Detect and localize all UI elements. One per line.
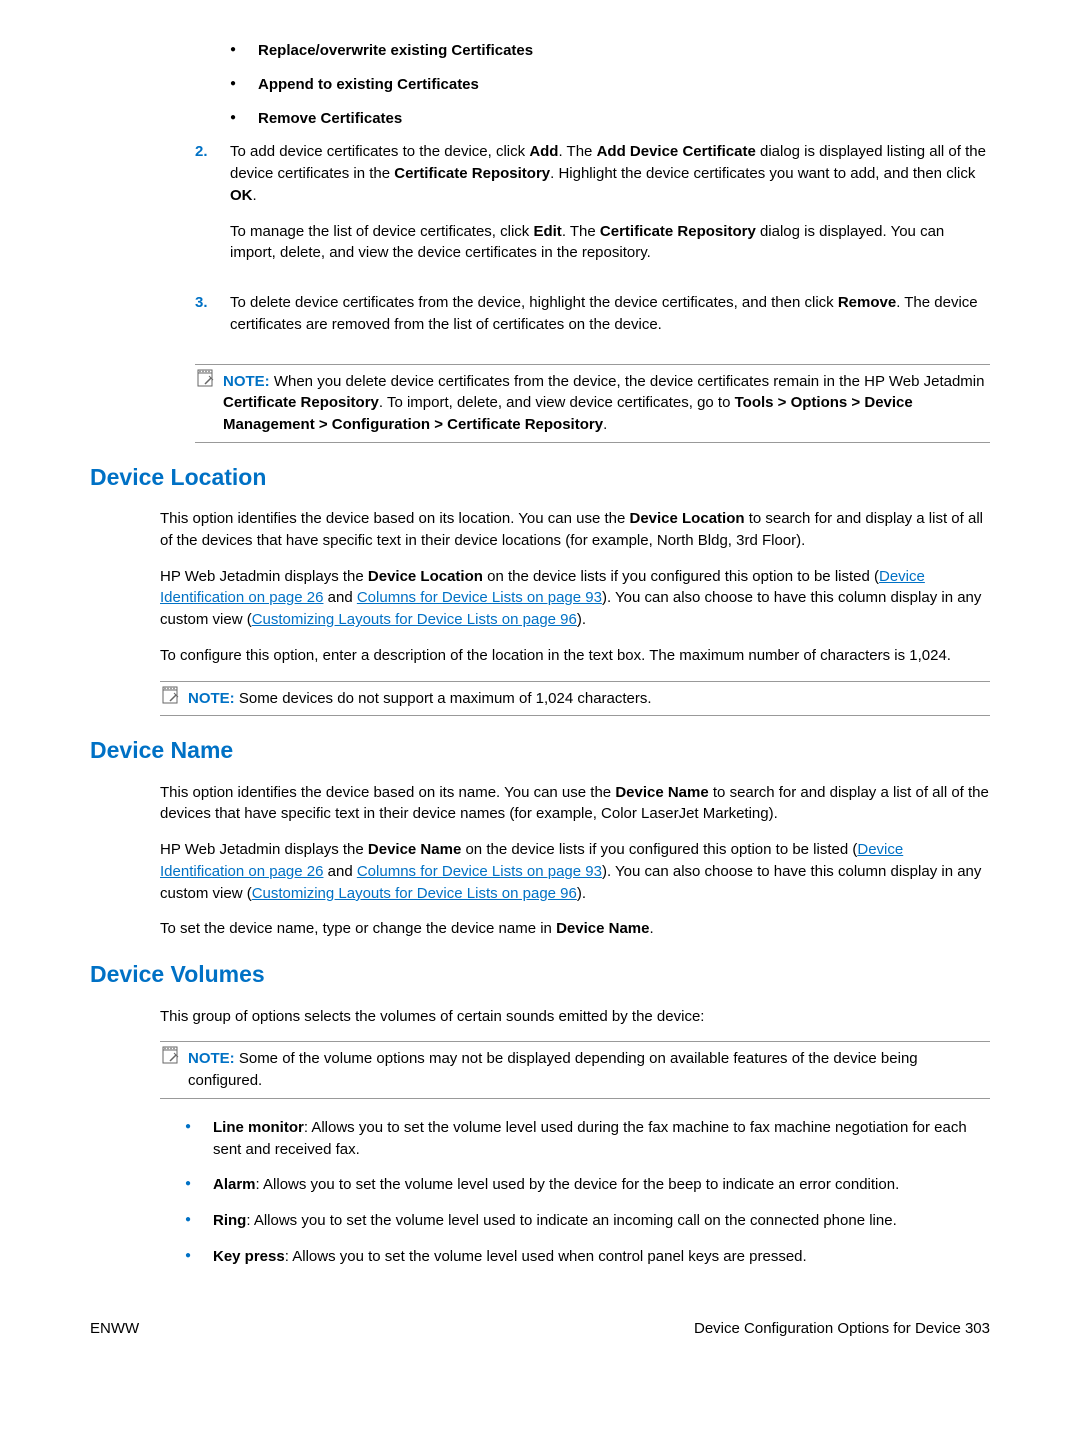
note-text: Some devices do not support a maximum of… <box>239 690 652 707</box>
sublist-item: Replace/overwrite existing Certificates <box>230 40 990 62</box>
note-max-characters: NOTE: Some devices do not support a maxi… <box>160 681 990 717</box>
heading-device-location: Device Location <box>90 461 990 494</box>
volume-item-line-monitor: Line monitor: Allows you to set the volu… <box>185 1117 990 1161</box>
note-label: NOTE: <box>223 373 270 390</box>
heading-device-name: Device Name <box>90 734 990 767</box>
page-footer: ENWW Device Configuration Options for De… <box>90 1318 990 1340</box>
note-text: Some of the volume options may not be di… <box>188 1050 918 1089</box>
volume-options-list: Line monitor: Allows you to set the volu… <box>185 1117 990 1268</box>
step-3: 3. To delete device certificates from th… <box>195 292 990 350</box>
step-3-paragraph: To delete device certificates from the d… <box>230 292 990 336</box>
sublist-item: Append to existing Certificates <box>230 74 990 96</box>
location-paragraph-1: This option identifies the device based … <box>160 508 990 552</box>
note-icon <box>160 1046 180 1071</box>
note-label: NOTE: <box>188 1050 235 1067</box>
volume-item-key-press: Key press: Allows you to set the volume … <box>185 1246 990 1268</box>
note-delete-certificates: NOTE: When you delete device certificate… <box>195 364 990 443</box>
step-number: 3. <box>195 292 230 350</box>
step-2-paragraph-1: To add device certificates to the device… <box>230 141 990 206</box>
link-columns-device-lists[interactable]: Columns for Device Lists on page 93 <box>357 589 602 606</box>
note-text: When you delete device certificates from… <box>223 373 984 434</box>
note-icon <box>195 369 215 394</box>
name-paragraph-1: This option identifies the device based … <box>160 782 990 826</box>
note-label: NOTE: <box>188 690 235 707</box>
sublist-item: Remove Certificates <box>230 108 990 130</box>
link-columns-device-lists[interactable]: Columns for Device Lists on page 93 <box>357 863 602 880</box>
name-paragraph-2: HP Web Jetadmin displays the Device Name… <box>160 839 990 904</box>
footer-left: ENWW <box>90 1318 139 1340</box>
footer-right: Device Configuration Options for Device … <box>694 1318 990 1340</box>
step-2: 2. To add device certificates to the dev… <box>195 141 990 278</box>
volumes-paragraph: This group of options selects the volume… <box>160 1006 990 1028</box>
step-number: 2. <box>195 141 230 278</box>
link-customizing-layouts[interactable]: Customizing Layouts for Device Lists on … <box>252 611 577 628</box>
name-paragraph-3: To set the device name, type or change t… <box>160 918 990 940</box>
location-paragraph-2: HP Web Jetadmin displays the Device Loca… <box>160 566 990 631</box>
heading-device-volumes: Device Volumes <box>90 958 990 991</box>
location-paragraph-3: To configure this option, enter a descri… <box>160 645 990 667</box>
volume-item-ring: Ring: Allows you to set the volume level… <box>185 1210 990 1232</box>
link-customizing-layouts[interactable]: Customizing Layouts for Device Lists on … <box>252 885 577 902</box>
note-icon <box>160 686 180 711</box>
certificate-options-sublist: Replace/overwrite existing Certificates … <box>230 40 990 129</box>
note-volume-options: NOTE: Some of the volume options may not… <box>160 1041 990 1099</box>
volume-item-alarm: Alarm: Allows you to set the volume leve… <box>185 1174 990 1196</box>
numbered-steps: 2. To add device certificates to the dev… <box>195 141 990 349</box>
step-2-paragraph-2: To manage the list of device certificate… <box>230 221 990 265</box>
